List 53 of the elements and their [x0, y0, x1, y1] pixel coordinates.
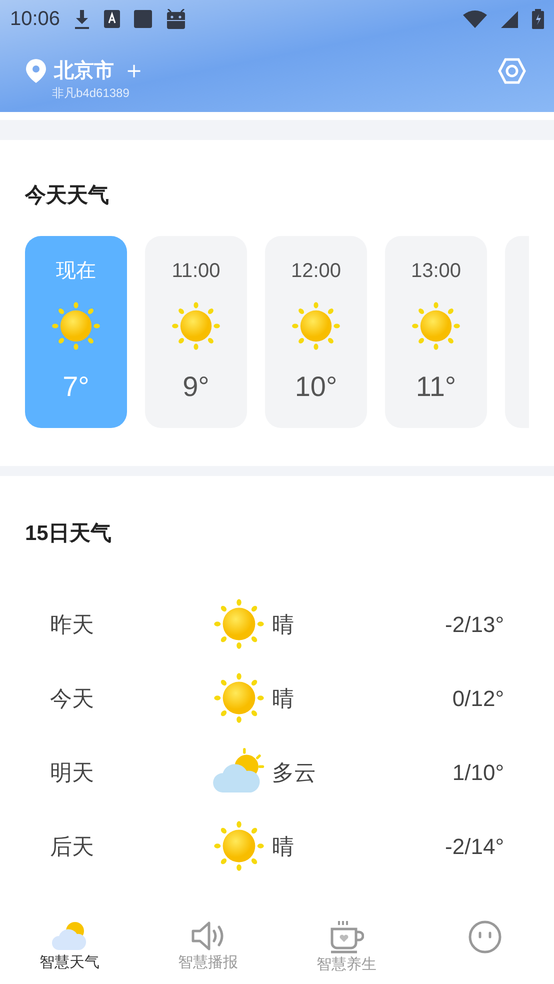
sun-icon	[290, 300, 342, 352]
sun-icon	[212, 671, 266, 725]
hour-card[interactable]: 13:00 11°	[385, 236, 487, 428]
day-label: 后天	[49, 832, 95, 860]
hour-card[interactable]: 12:00 10°	[265, 236, 367, 428]
smiley-icon[interactable]	[466, 920, 503, 954]
signal-icon	[501, 10, 518, 28]
hour-card[interactable]: 现在 7°	[25, 236, 127, 428]
temp-range: 0/12°	[452, 684, 505, 712]
hour-temp: 10°	[294, 370, 338, 404]
temp-range: -2/14°	[445, 832, 505, 860]
hour-time: 12:00	[290, 258, 342, 284]
user-id: 非凡b4d61389	[52, 86, 130, 100]
hour-time: 13:00	[410, 258, 462, 284]
location-pin-icon	[26, 59, 46, 83]
keyboard-icon	[104, 10, 120, 28]
condition-text: 晴	[272, 832, 294, 860]
sun-icon	[170, 300, 222, 352]
hour-time: 11:00	[172, 258, 220, 284]
speaker-icon[interactable]	[190, 920, 226, 952]
coffee-cup-icon[interactable]	[328, 920, 364, 954]
hour-temp: 7°	[62, 370, 90, 404]
section-title: 15日天气	[25, 520, 112, 546]
day-label: 明天	[49, 758, 95, 786]
hour-time: 现在	[56, 258, 96, 284]
condition-text: 晴	[272, 684, 294, 712]
status-time: 10:06	[10, 7, 60, 32]
temp-range: -2/13°	[445, 610, 505, 638]
settings-icon[interactable]	[498, 58, 526, 84]
temp-range: 1/10°	[452, 758, 505, 786]
nav-tab[interactable]: 智慧养生	[277, 910, 416, 976]
nav-tab[interactable]: 智慧播报	[138, 910, 277, 976]
robot-icon	[166, 9, 186, 29]
sun-cloud-icon[interactable]	[51, 920, 88, 952]
wifi-icon	[463, 10, 487, 28]
sun-icon	[212, 597, 266, 651]
square-icon	[134, 10, 152, 28]
city-name[interactable]: 北京市	[54, 56, 114, 86]
download-icon	[74, 9, 90, 29]
day-label: 今天	[49, 684, 95, 712]
section-title: 今天天气	[25, 183, 110, 209]
sun-icon	[50, 300, 102, 352]
condition-text: 多云	[272, 758, 316, 786]
hour-card[interactable]: 11:00 9°	[145, 236, 247, 428]
sun-icon	[212, 819, 266, 873]
sun-icon	[410, 300, 462, 352]
nav-tab[interactable]: 智慧天气	[0, 910, 138, 976]
battery-icon	[532, 9, 544, 29]
day-label: 昨天	[49, 610, 95, 638]
hour-temp: 9°	[182, 370, 210, 404]
condition-text: 晴	[272, 610, 294, 638]
add-city-button[interactable]: ＋	[122, 59, 146, 83]
hour-temp: 11°	[416, 370, 456, 404]
